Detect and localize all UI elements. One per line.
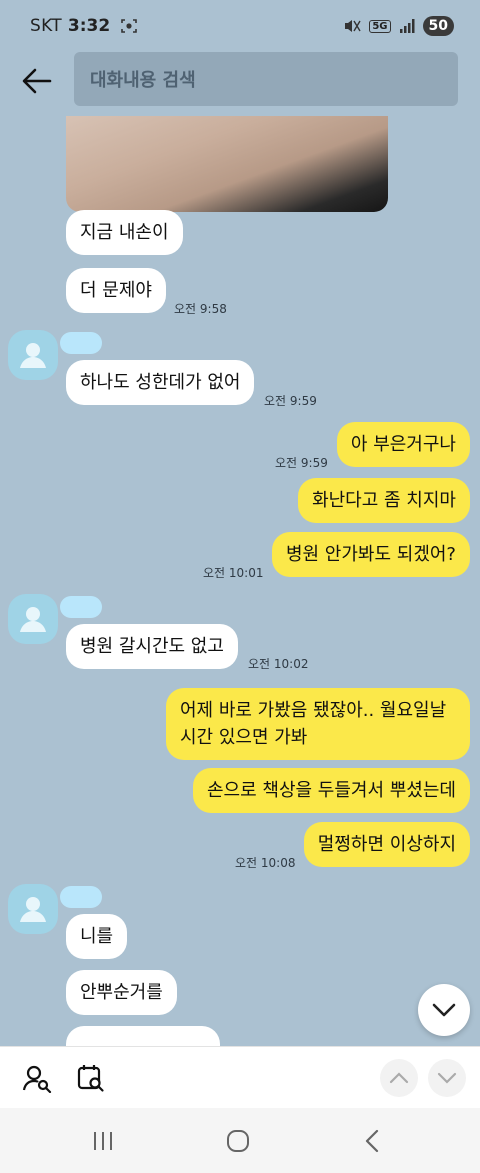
message-bubble[interactable]: 멀쩡하면 이상하지 — [303, 822, 470, 867]
screen-record-icon — [121, 19, 138, 33]
chevron-down-icon — [437, 1072, 457, 1084]
message-timestamp: 오전 9:58 — [174, 302, 227, 316]
shared-photo[interactable] — [66, 116, 388, 212]
default-profile-icon — [20, 343, 46, 368]
chevron-up-icon — [389, 1072, 409, 1084]
back-button[interactable] — [20, 64, 54, 98]
back-nav-icon[interactable] — [358, 1126, 388, 1156]
default-profile-icon — [20, 897, 46, 922]
network-type-label: 5G — [369, 19, 391, 33]
avatar[interactable] — [8, 330, 58, 380]
home-icon[interactable] — [223, 1126, 253, 1156]
search-by-date-icon[interactable] — [76, 1063, 106, 1093]
sender-name-redacted — [60, 596, 102, 618]
message-bubble[interactable]: 손으로 책상을 두들겨서 뿌셨는데 — [192, 768, 470, 813]
search-by-member-icon[interactable] — [22, 1063, 52, 1093]
message-bubble[interactable]: 니를 — [66, 914, 128, 959]
chat-area[interactable]: 지금 내손이 더 문제야 오전 9:58 하나도 성한데가 없어 오전 9:59… — [0, 108, 480, 1046]
message-timestamp: 오전 10:02 — [248, 657, 309, 671]
signal-icon — [399, 19, 415, 33]
default-profile-icon — [20, 607, 46, 632]
search-header: 대화내용 검색 — [0, 52, 480, 108]
system-navigation-bar — [0, 1108, 480, 1173]
avatar[interactable] — [8, 884, 58, 934]
message-bubble[interactable]: 하나도 성한데가 없어 — [66, 360, 255, 405]
carrier-label: SKT — [30, 16, 62, 36]
message-timestamp: 오전 10:01 — [203, 566, 264, 580]
search-toolbar — [0, 1046, 480, 1108]
message-bubble-partial[interactable] — [66, 1026, 220, 1046]
status-icons: 5G 50 — [343, 16, 454, 36]
recent-apps-icon[interactable] — [88, 1126, 118, 1156]
scroll-to-bottom-button[interactable] — [418, 984, 470, 1036]
message-line: 어제 바로 가봤음 됐잖아.. 월요일날 — [180, 700, 447, 721]
message-bubble[interactable]: 어제 바로 가봤음 됐잖아.. 월요일날 시간 있으면 가봐 — [166, 688, 470, 760]
message-bubble[interactable]: 아 부은거구나 — [336, 422, 470, 467]
previous-result-button[interactable] — [380, 1059, 418, 1097]
message-bubble[interactable]: 더 문제야 — [66, 268, 166, 313]
chevron-down-icon — [432, 1003, 456, 1017]
battery-level: 50 — [422, 16, 454, 36]
sender-name-redacted — [60, 332, 102, 354]
status-time: 3:32 — [67, 16, 111, 36]
message-bubble[interactable]: 화난다고 좀 치지마 — [298, 478, 470, 523]
avatar[interactable] — [8, 594, 58, 644]
message-timestamp: 오전 9:59 — [264, 394, 317, 408]
message-timestamp: 오전 10:08 — [235, 856, 296, 870]
message-bubble[interactable]: 지금 내손이 — [66, 210, 183, 255]
mute-icon — [345, 20, 361, 32]
next-result-button[interactable] — [428, 1059, 466, 1097]
message-bubble[interactable]: 안뿌순거를 — [66, 970, 177, 1015]
status-bar: SKT 3:32 5G 50 — [0, 0, 480, 52]
search-input[interactable]: 대화내용 검색 — [74, 52, 458, 106]
message-line: 시간 있으면 가봐 — [180, 727, 308, 748]
sender-name-redacted — [60, 886, 102, 908]
message-timestamp: 오전 9:59 — [275, 456, 328, 470]
message-bubble[interactable]: 병원 안가봐도 되겠어? — [271, 532, 470, 577]
message-bubble[interactable]: 병원 갈시간도 없고 — [66, 624, 238, 669]
